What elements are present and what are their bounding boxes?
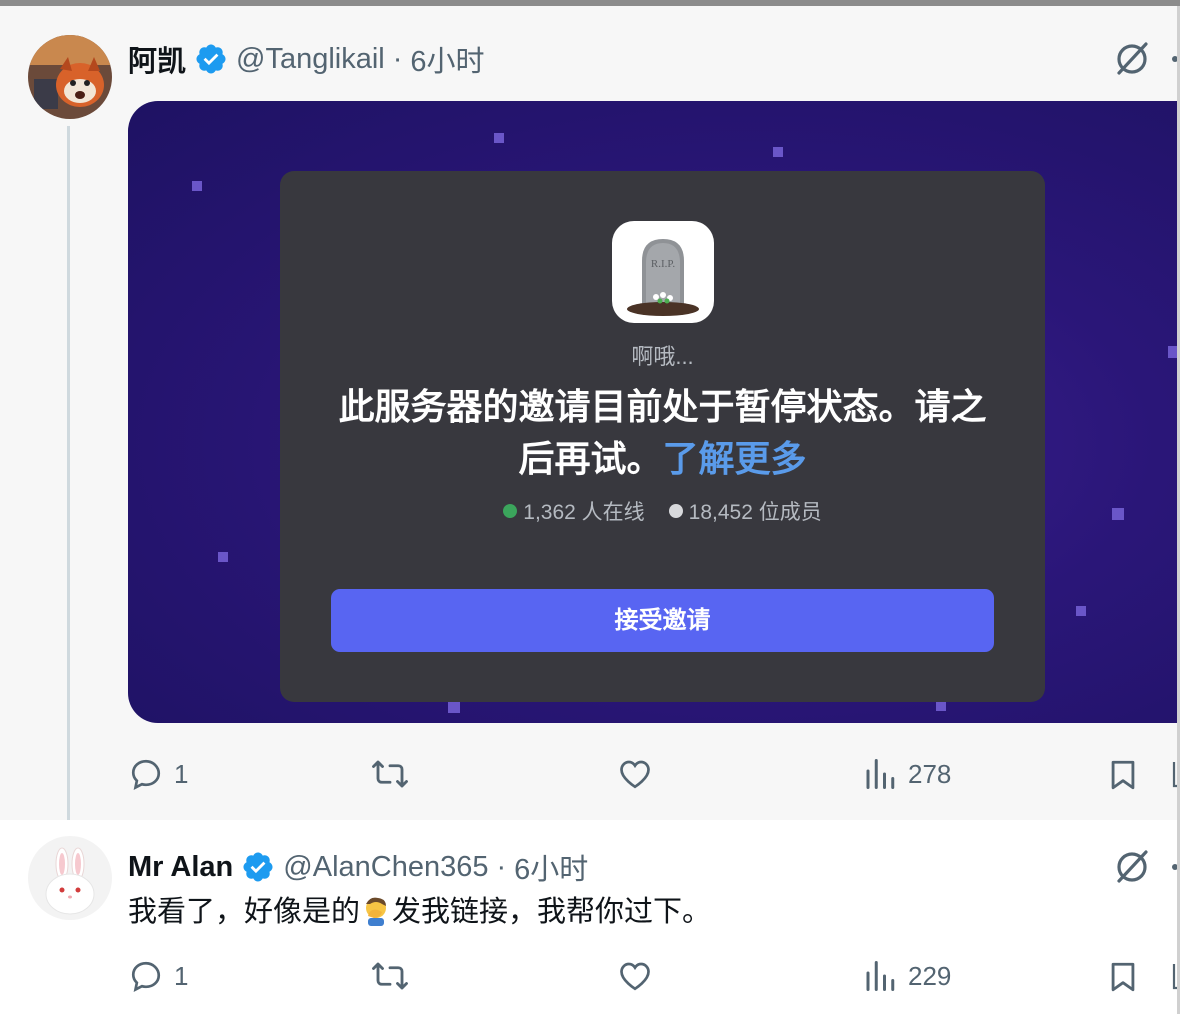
separator-dot: · bbox=[496, 850, 507, 883]
bookmark-icon bbox=[1111, 962, 1135, 992]
reply-count: 1 bbox=[174, 960, 189, 991]
tombstone-text: R.I.P. bbox=[651, 258, 675, 270]
author-handle[interactable]: @Tanglikail bbox=[236, 43, 385, 76]
reply-icon bbox=[131, 759, 161, 790]
view-count: 278 bbox=[908, 758, 952, 789]
post-time[interactable]: 6小时 bbox=[514, 846, 588, 888]
reply-count: 1 bbox=[174, 758, 189, 789]
verified-badge-icon bbox=[243, 852, 273, 882]
post-time[interactable]: 6小时 bbox=[410, 38, 484, 80]
like-button[interactable] bbox=[616, 958, 654, 994]
avatar-akai[interactable] bbox=[28, 35, 112, 119]
invite-message: 此服务器的邀请目前处于暂停状态。请之后再试。了解更多 bbox=[330, 381, 995, 485]
verified-badge-icon bbox=[196, 44, 226, 74]
reply-icon bbox=[131, 961, 161, 992]
server-stats: 1,362 人在线 18,452 位成员 bbox=[280, 496, 1045, 526]
bookmark-button[interactable] bbox=[1106, 958, 1140, 996]
invite-subtitle: 啊哦... bbox=[631, 344, 694, 369]
separator-dot: · bbox=[392, 42, 403, 75]
views-icon bbox=[866, 759, 895, 789]
star-decoration bbox=[218, 552, 228, 562]
view-count: 229 bbox=[908, 960, 952, 991]
star-decoration bbox=[1076, 606, 1086, 616]
invite-card: R.I.P. 啊哦... 此服务器的邀请目前处于暂停状态。请之后再试。了解更多 … bbox=[280, 171, 1045, 702]
retweet-button[interactable] bbox=[370, 756, 410, 792]
author-name[interactable]: 阿凯 bbox=[128, 38, 186, 80]
heart-icon bbox=[620, 760, 650, 789]
members-indicator-icon bbox=[668, 504, 683, 519]
retweet-icon bbox=[372, 962, 408, 990]
views-button[interactable]: 229 bbox=[862, 958, 951, 994]
facepalm-emoji-icon bbox=[366, 897, 387, 927]
star-decoration bbox=[448, 701, 460, 713]
author-name[interactable]: Mr Alan bbox=[128, 851, 233, 884]
bookmark-icon bbox=[1111, 760, 1135, 790]
tweet-1-header: 阿凯 @Tanglikail · 6小时 bbox=[128, 38, 485, 80]
thread-line bbox=[67, 126, 70, 836]
tweet-2-text: 我看了，好像是的 发我链接，我帮你过下。 bbox=[128, 888, 711, 930]
views-button[interactable]: 278 bbox=[862, 756, 951, 792]
tweet-text-part-1: 我看了，好像是的 bbox=[128, 896, 361, 928]
retweet-button[interactable] bbox=[370, 958, 410, 994]
author-handle[interactable]: @AlanChen365 bbox=[283, 851, 488, 884]
star-decoration bbox=[1112, 508, 1124, 520]
online-indicator-icon bbox=[503, 504, 518, 519]
star-decoration bbox=[494, 133, 504, 143]
grok-icon[interactable] bbox=[1112, 38, 1152, 78]
learn-more-link[interactable]: 了解更多 bbox=[663, 438, 807, 479]
like-button[interactable] bbox=[616, 756, 654, 792]
avatar-mr-alan[interactable] bbox=[28, 836, 112, 920]
server-icon: R.I.P. bbox=[612, 221, 714, 323]
reply-button[interactable]: 1 bbox=[128, 756, 188, 792]
bookmark-button[interactable] bbox=[1106, 756, 1140, 794]
tombstone-icon: R.I.P. bbox=[627, 239, 699, 316]
tweet-text-part-2: 发我链接，我帮你过下。 bbox=[392, 896, 712, 928]
member-count: 18,452 位成员 bbox=[688, 501, 822, 524]
retweet-icon bbox=[372, 760, 408, 788]
star-decoration bbox=[192, 181, 202, 191]
accept-invite-button[interactable]: 接受邀请 bbox=[331, 589, 994, 652]
star-decoration bbox=[773, 147, 783, 157]
grok-icon[interactable] bbox=[1112, 846, 1152, 886]
heart-icon bbox=[620, 962, 650, 991]
online-count: 1,362 人在线 bbox=[523, 501, 645, 524]
views-icon bbox=[866, 961, 895, 991]
star-decoration bbox=[936, 701, 946, 711]
tweet-2-header: Mr Alan @AlanChen365 · 6小时 bbox=[128, 846, 588, 888]
reply-button[interactable]: 1 bbox=[128, 958, 188, 994]
